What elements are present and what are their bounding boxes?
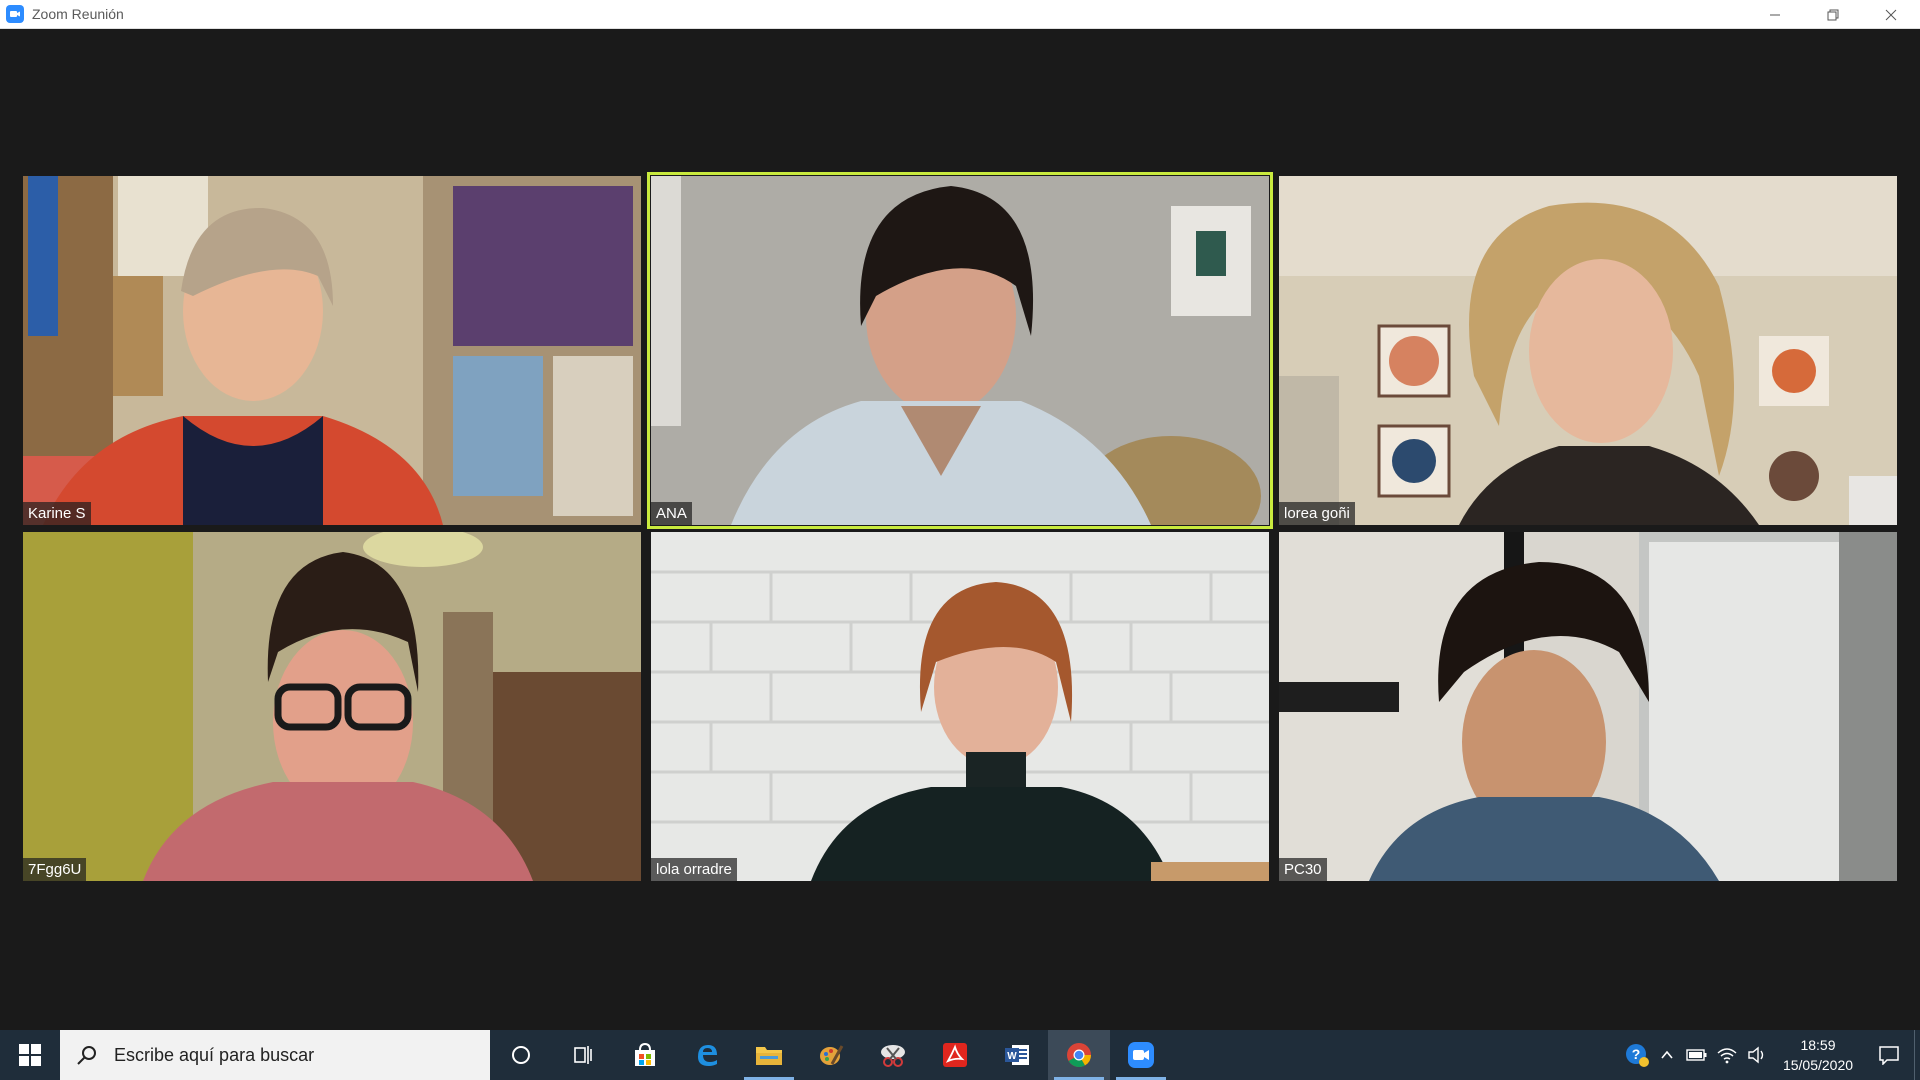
participant-video bbox=[651, 176, 1269, 525]
minimize-button[interactable] bbox=[1746, 0, 1804, 29]
window-titlebar: Zoom Reunión bbox=[0, 0, 1920, 29]
notification-icon bbox=[1879, 1046, 1899, 1065]
store-button[interactable] bbox=[614, 1030, 676, 1080]
task-view-icon bbox=[574, 1046, 592, 1064]
participant-tile[interactable]: lola orradre bbox=[651, 532, 1269, 881]
close-icon bbox=[1885, 9, 1897, 20]
battery-button[interactable] bbox=[1682, 1030, 1712, 1080]
participant-video bbox=[1279, 176, 1897, 525]
show-hidden-icons-button[interactable] bbox=[1652, 1030, 1682, 1080]
store-icon bbox=[635, 1042, 655, 1066]
snipping-tool-button[interactable] bbox=[862, 1030, 924, 1080]
help-tray-button[interactable]: ? bbox=[1622, 1030, 1652, 1080]
zoom-app-icon bbox=[6, 5, 24, 23]
show-desktop-button[interactable] bbox=[1914, 1030, 1920, 1080]
participant-video bbox=[23, 176, 641, 525]
restore-button[interactable] bbox=[1804, 0, 1862, 29]
network-button[interactable] bbox=[1712, 1030, 1742, 1080]
participant-tile-active-speaker[interactable]: ANA bbox=[647, 172, 1273, 529]
acrobat-icon bbox=[943, 1043, 967, 1067]
participant-tile[interactable]: 7Fgg6U bbox=[23, 532, 641, 881]
cortana-icon bbox=[512, 1046, 530, 1064]
battery-icon bbox=[1686, 1049, 1707, 1061]
edge-icon bbox=[698, 1045, 717, 1066]
windows-logo-icon bbox=[19, 1044, 41, 1066]
participant-tile[interactable]: PC30 bbox=[1279, 532, 1897, 881]
word-icon: W bbox=[1005, 1045, 1029, 1065]
start-button[interactable] bbox=[0, 1030, 60, 1080]
file-explorer-button[interactable] bbox=[738, 1030, 800, 1080]
participant-name: ANA bbox=[651, 502, 692, 525]
taskbar-search[interactable] bbox=[60, 1030, 490, 1080]
participant-tile[interactable]: lorea goñi bbox=[1279, 176, 1897, 525]
participant-name: Karine S bbox=[23, 502, 91, 525]
speaker-icon bbox=[1748, 1046, 1764, 1064]
participant-name: lola orradre bbox=[651, 858, 737, 881]
svg-text:?: ? bbox=[1632, 1046, 1641, 1062]
close-button[interactable] bbox=[1862, 0, 1920, 29]
participant-name: lorea goñi bbox=[1279, 502, 1355, 525]
word-button[interactable]: W bbox=[986, 1030, 1048, 1080]
participant-video bbox=[651, 532, 1269, 881]
cortana-button[interactable] bbox=[490, 1030, 552, 1080]
file-explorer-icon bbox=[756, 1047, 782, 1065]
restore-icon bbox=[1827, 9, 1839, 20]
system-tray: ? 18:59 15/05/2020 bbox=[1622, 1030, 1920, 1080]
paint-icon bbox=[820, 1045, 844, 1065]
edge-button[interactable] bbox=[676, 1030, 738, 1080]
snipping-icon bbox=[881, 1045, 905, 1067]
help-icon: ? bbox=[1626, 1044, 1649, 1067]
window-controls bbox=[1746, 0, 1920, 29]
chrome-icon bbox=[1067, 1043, 1091, 1068]
participant-video bbox=[23, 532, 641, 881]
task-view-button[interactable] bbox=[552, 1030, 614, 1080]
zoom-button[interactable] bbox=[1110, 1030, 1172, 1080]
volume-button[interactable] bbox=[1742, 1030, 1772, 1080]
search-icon bbox=[77, 1046, 96, 1065]
wifi-icon bbox=[1717, 1048, 1737, 1064]
svg-text:W: W bbox=[1007, 1051, 1017, 1062]
chevron-up-icon bbox=[1661, 1050, 1673, 1059]
clock-date: 15/05/2020 bbox=[1782, 1057, 1854, 1073]
zoom-icon bbox=[1128, 1042, 1154, 1068]
clock-time: 18:59 bbox=[1800, 1037, 1836, 1053]
acrobat-button[interactable] bbox=[924, 1030, 986, 1080]
window-title: Zoom Reunión bbox=[32, 6, 124, 22]
participant-name: PC30 bbox=[1279, 858, 1327, 881]
minimize-icon bbox=[1770, 14, 1780, 15]
search-input[interactable] bbox=[114, 1044, 474, 1066]
participant-tile[interactable]: Karine S bbox=[23, 176, 641, 525]
participant-video bbox=[1279, 532, 1897, 881]
participant-name: 7Fgg6U bbox=[23, 858, 87, 881]
chrome-button[interactable] bbox=[1048, 1030, 1110, 1080]
gallery-view: Karine S ANA lorea goñi 7Fgg6U lola orra… bbox=[0, 29, 1920, 1030]
taskbar-clock[interactable]: 18:59 15/05/2020 bbox=[1772, 1035, 1864, 1075]
action-center-button[interactable] bbox=[1864, 1030, 1914, 1080]
windows-taskbar: W ? bbox=[0, 1030, 1920, 1080]
paint-button[interactable] bbox=[800, 1030, 862, 1080]
